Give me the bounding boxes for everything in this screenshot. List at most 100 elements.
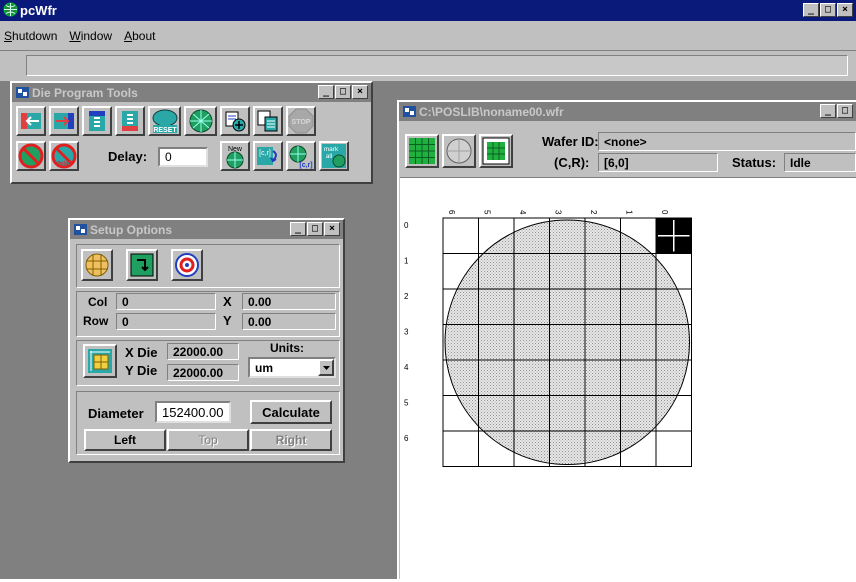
step-corner-button[interactable] <box>126 249 158 281</box>
wafer-map[interactable]: 6 5 4 3 2 1 0 0 1 2 3 4 5 6 <box>400 178 856 582</box>
x-label: X <box>223 294 232 309</box>
setup-maximize[interactable]: □ <box>307 222 323 236</box>
setup-window-icon <box>74 224 87 235</box>
close-button[interactable]: × <box>837 3 853 17</box>
wafer-maximize[interactable]: □ <box>837 104 853 118</box>
wafer-id-value: <none> <box>598 132 856 151</box>
units-dropdown-button[interactable] <box>318 359 334 376</box>
die-cell[interactable] <box>442 430 479 467</box>
y-label: Y <box>223 313 232 328</box>
no-go-button[interactable] <box>16 141 46 171</box>
globe-icon <box>3 2 18 17</box>
left-button[interactable]: Left <box>84 429 166 451</box>
col-row-query-button[interactable]: [c,r] <box>286 141 316 171</box>
units-select[interactable]: um <box>248 357 336 378</box>
top-button[interactable]: Top <box>167 429 249 451</box>
wafer-window-icon <box>403 106 416 117</box>
units-label: Units: <box>270 341 304 355</box>
setup-toolbar <box>76 244 340 288</box>
wafer-minimize[interactable]: _ <box>820 104 836 118</box>
chevron-down-icon <box>322 365 330 370</box>
setup-title-bar[interactable]: Setup Options _ □ × <box>70 220 343 239</box>
calculate-button[interactable]: Calculate <box>250 400 332 424</box>
wafer-map-button[interactable] <box>184 106 217 136</box>
wafer-circle <box>444 219 690 465</box>
col-value: 0 <box>116 293 216 310</box>
die-size-button[interactable] <box>83 344 117 378</box>
target-icon <box>175 253 199 277</box>
wafer-grid-button[interactable] <box>81 249 113 281</box>
wafer-grid-icon <box>85 253 109 277</box>
step-up-button[interactable] <box>115 106 145 136</box>
col-row-button[interactable]: [c,r] <box>253 141 283 171</box>
setup-close[interactable]: × <box>324 222 340 236</box>
die-tools-minimize[interactable]: _ <box>318 85 334 99</box>
die-tools-title-bar[interactable]: Die Program Tools _ □ × <box>12 83 371 102</box>
mark-all-button[interactable]: mark all <box>319 141 349 171</box>
diameter-input[interactable]: 152400.00 <box>155 401 231 423</box>
map-full-button[interactable] <box>405 134 439 168</box>
delay-input[interactable]: 0 <box>158 147 208 167</box>
program-copy-button[interactable] <box>253 106 283 136</box>
map-frame-button[interactable] <box>479 134 513 168</box>
app-title-bar[interactable]: pcWfr _ □ × <box>0 0 856 21</box>
wafer-title-bar[interactable]: C:\POSLIB\noname00.wfr _ □ <box>399 102 856 121</box>
row-label: 3 <box>404 328 409 337</box>
step-up-icon <box>122 111 138 131</box>
new-wafer-button[interactable]: New <box>220 141 250 171</box>
die-cell[interactable] <box>442 217 479 254</box>
minimize-button[interactable]: _ <box>803 3 819 17</box>
wafer-map-icon <box>189 109 212 133</box>
xdie-label: X Die <box>125 345 158 360</box>
svg-text:RESET: RESET <box>153 127 177 134</box>
menu-bar: Shutdown Window About <box>0 21 856 51</box>
target-button[interactable] <box>171 249 203 281</box>
step-down-button[interactable] <box>82 106 112 136</box>
framed-grid-icon <box>482 137 510 165</box>
right-button[interactable]: Right <box>250 429 332 451</box>
move-left-icon <box>21 113 41 129</box>
reset-button[interactable]: RESET <box>148 106 181 136</box>
col-row-query-icon: [c,r] <box>289 145 313 169</box>
program-plus-button[interactable] <box>220 106 250 136</box>
row-label: 2 <box>404 292 409 301</box>
move-left-button[interactable] <box>16 106 46 136</box>
svg-text:all: all <box>326 153 333 160</box>
gray-wafer-icon <box>446 138 472 164</box>
units-selected-value: um <box>255 361 273 375</box>
row-value: 0 <box>116 313 216 330</box>
wafer-map-canvas[interactable]: 6 5 4 3 2 1 0 0 1 2 3 4 5 6 <box>400 177 856 581</box>
toolbar-strip <box>0 51 856 81</box>
wafer-window: C:\POSLIB\noname00.wfr _ □ Wafer ID: <no… <box>397 100 856 581</box>
maximize-button[interactable]: □ <box>820 3 836 17</box>
step-down-icon <box>89 111 105 131</box>
move-right-icon <box>54 113 74 129</box>
setup-title: Setup Options <box>90 222 172 237</box>
stop-button[interactable]: STOP <box>286 106 316 136</box>
move-right-button[interactable] <box>49 106 79 136</box>
reset-icon: RESET <box>152 109 177 134</box>
new-wafer-icon: New <box>226 146 244 169</box>
row-label: 4 <box>404 363 409 372</box>
ydie-label: Y Die <box>125 363 158 378</box>
menu-shutdown[interactable]: Shutdown <box>4 29 57 43</box>
die-cell[interactable] <box>655 430 692 467</box>
column-label: 5 <box>483 210 492 215</box>
die-tools-maximize[interactable]: □ <box>335 85 351 99</box>
map-circle-button[interactable] <box>442 134 476 168</box>
col-row-icon: [c,r] <box>257 147 277 165</box>
svg-text:mark: mark <box>324 146 339 153</box>
svg-text:[c,r]: [c,r] <box>299 162 312 169</box>
menu-about[interactable]: About <box>124 29 155 43</box>
col-row-value: [6,0] <box>598 153 718 172</box>
green-grid-icon <box>409 138 435 164</box>
die-tools-title: Die Program Tools <box>32 85 138 100</box>
column-label: 2 <box>589 210 598 215</box>
column-label: 3 <box>554 210 563 215</box>
setup-minimize[interactable]: _ <box>290 222 306 236</box>
die-tools-close[interactable]: × <box>352 85 368 99</box>
svg-text:STOP: STOP <box>292 119 311 126</box>
menu-window[interactable]: Window <box>69 29 112 43</box>
wafer-title: C:\POSLIB\noname00.wfr <box>419 104 564 119</box>
no-delay-button[interactable]: delay <box>49 141 79 171</box>
